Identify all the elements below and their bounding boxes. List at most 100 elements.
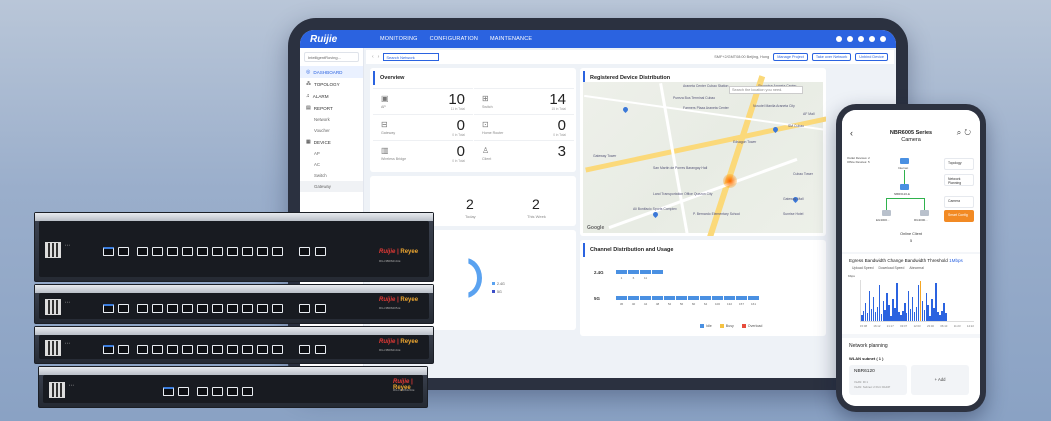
vlan-card[interactable]: NBR6120 VLAN: ID 1 VLAN: Subnet: 2 Port:… [849,365,907,395]
tick-label: 36 [619,302,624,306]
router-top-panel [35,285,433,293]
vlan-subnet-label: WLAN subnet ( 1 ) [849,356,884,361]
phone-header: ‹ NBR6005 Series Camera ⌕↻ [842,110,980,152]
ethernet-port [242,247,253,256]
ethernet-port [118,247,129,256]
channel-bar[interactable] [628,270,639,274]
node-label: RG3000... [914,218,928,222]
legend-24g: 2.4G [492,282,505,286]
overview-cell-home-router[interactable]: ⊡ Home Router 0 0 in Total [474,114,574,139]
nav-configuration[interactable]: CONFIGURATION [430,36,478,42]
channel-bar[interactable] [724,296,735,300]
map-label: Sunrise Hotel [783,212,804,216]
device-map[interactable]: Pureza Bus Terminal Cubao Farmers Plaza … [583,75,826,236]
take-over-network-button[interactable]: Take over Network [811,53,852,61]
tick-label: 60 [691,302,696,306]
threshold-value[interactable]: 1Mbps [949,258,963,263]
overview-cell-gateway[interactable]: ⊟ Gateway 0 0 in Total [373,114,473,139]
channel-bar[interactable] [616,296,627,300]
sidebar-item-device[interactable]: ▦ DEVICE [300,136,363,148]
sidebar-sub-ap[interactable]: AP [300,148,363,159]
forward-arrow-icon[interactable]: › [378,54,380,60]
model-label: RG-NBR6210-E [379,348,401,352]
channel-bar[interactable] [652,270,663,274]
channel-bar[interactable] [748,296,759,300]
sidebar-item-topology[interactable]: ⁂ TOPOLOGY [300,78,363,90]
camera-button[interactable]: Camera [944,196,974,208]
product-showcase: Ruijie MONITORING CONFIGURATION MAINTENA… [0,0,1051,421]
map-pin-icon[interactable] [621,105,630,114]
channel-bar[interactable] [664,296,675,300]
map-search-input[interactable]: Search the location you need. [729,86,803,94]
sidebar-item-alarm[interactable]: ♫ ALARM [300,90,363,102]
gateway-node[interactable] [900,184,909,190]
message-icon[interactable] [847,36,853,42]
sidebar-sub-switch[interactable]: Switch [300,170,363,181]
network-planning-button[interactable]: Network Planning [944,174,974,186]
project-selector[interactable]: IntelligentRoving... [304,52,359,62]
switch-node[interactable] [882,210,891,216]
device-total: 11 in Total [450,107,465,111]
channel-bar[interactable] [652,296,663,300]
channel-bar[interactable] [640,296,651,300]
overview-cell-bridge[interactable]: ▥ Wireless Bridge 0 0 in Total [373,140,473,165]
channel-bar[interactable] [616,270,627,274]
device-hotspot[interactable] [723,174,737,188]
overview-cell-ap[interactable]: ▣ AP 10 11 in Total [373,88,473,113]
map-label: Cubao Tower [793,172,813,176]
model-label: RG-NBR6210-E [379,259,401,263]
user-icon[interactable] [880,36,886,42]
device-total: 0 in Total [553,133,566,137]
router-top-panel [35,327,433,335]
nav-monitoring[interactable]: MONITORING [380,36,418,42]
overview-cell-client[interactable]: ♙ Client 3 [474,140,574,165]
channel-bar[interactable] [712,296,723,300]
channel-bar[interactable] [736,296,747,300]
language-icon[interactable] [869,36,875,42]
vlan-card-line: VLAN: ID 1 [854,380,868,384]
legend-idle: Idle [700,324,712,329]
ethernet-port [197,345,208,354]
sfp-port [299,304,310,313]
ethernet-port [167,304,178,313]
back-arrow-icon[interactable]: ‹ [372,54,374,60]
tick-label: 48 [655,302,660,306]
sidebar-sub-voucher[interactable]: Voucher [300,125,363,136]
add-vlan-button[interactable]: + Add [911,365,969,395]
smart-config-button[interactable]: Smart Config [944,210,974,222]
google-logo: Google [587,225,605,231]
tick-label: 15:08 [860,324,867,328]
qr-code [45,299,61,315]
channel-bar[interactable] [676,296,687,300]
device-icon: ▦ [306,139,311,145]
notification-icon[interactable] [836,36,842,42]
phone-device: ‹ NBR6005 Series Camera ⌕↻ Outlet Device… [836,104,986,412]
search-refresh-icons[interactable]: ⌕↻ [957,128,974,138]
tick-label: 06:10 [940,324,948,328]
ethernet-port [103,345,114,354]
channel-bar[interactable] [628,296,639,300]
nav-maintenance[interactable]: MAINTENANCE [490,36,532,42]
topology-button[interactable]: Topology [944,158,974,170]
channel-bar[interactable] [688,296,699,300]
unbind-device-button[interactable]: Unbind Device [855,53,888,61]
internet-node[interactable] [900,158,909,164]
channel-bar[interactable] [640,270,651,274]
sidebar-sub-gateway[interactable]: Gateway [300,181,363,192]
help-icon[interactable] [858,36,864,42]
device-total: 0 in Total [452,159,465,163]
switch-node[interactable] [920,210,929,216]
map-pin-icon[interactable] [651,210,660,219]
overview-cell-switch[interactable]: ⊞ Switch 14 15 in Total [474,88,574,113]
sidebar-item-report[interactable]: ▤ REPORT [300,102,363,114]
sidebar-sub-ac[interactable]: AC [300,159,363,170]
manage-project-button[interactable]: Manage Project [773,53,808,61]
sidebar-sub-network[interactable]: Network [300,114,363,125]
network-search-input[interactable]: Search Network [383,53,440,61]
device-count: 0 [456,117,465,134]
sidebar-item-dashboard[interactable]: ◎ DASHBOARD [300,66,363,78]
change-bandwidth-link[interactable]: Change Bandwidth [887,258,926,263]
channel-5g-bars [616,296,759,300]
device-count: 0 [456,143,465,160]
channel-bar[interactable] [700,296,711,300]
